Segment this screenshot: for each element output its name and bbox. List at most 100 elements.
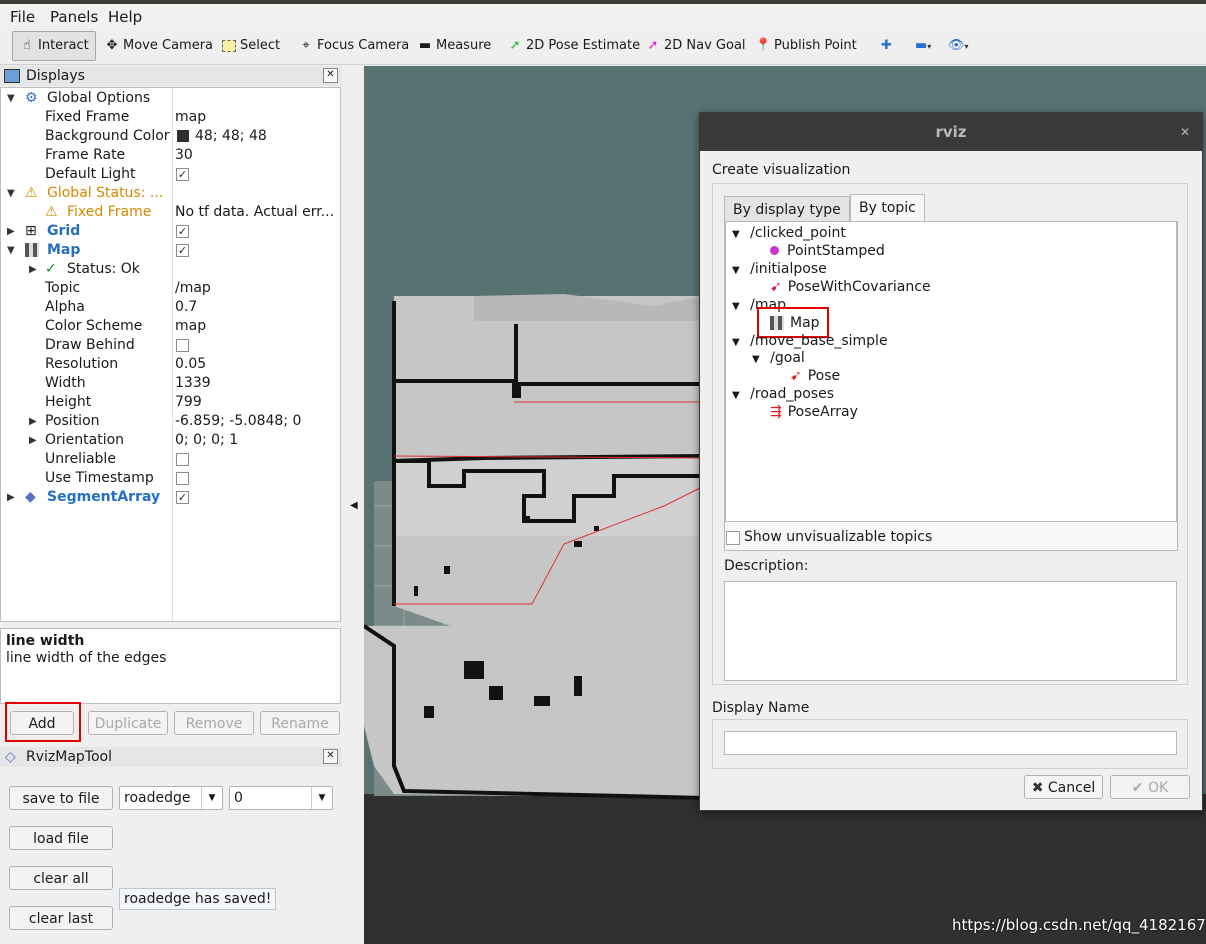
splitter[interactable]: ◀: [344, 66, 364, 944]
close-icon[interactable]: ✕: [323, 749, 338, 764]
tree-row-orientation[interactable]: ▶ Orientation 0; 0; 0; 1: [1, 431, 340, 450]
topic-row-goal[interactable]: ▼ /goal: [752, 349, 805, 367]
add-tool-icon[interactable]: ✚: [881, 35, 892, 57]
type-combo-value: roadedge: [124, 790, 191, 806]
display-name-input[interactable]: [724, 731, 1177, 755]
show-unvisualizable-checkbox[interactable]: [726, 531, 740, 545]
chevron-right-icon[interactable]: ▶: [29, 412, 37, 431]
view-eye-icon[interactable]: 👁▾: [948, 35, 969, 57]
tree-row-color-scheme[interactable]: Color Scheme map: [1, 317, 340, 336]
menu-panels[interactable]: Panels: [50, 8, 98, 26]
chevron-down-icon[interactable]: ▼: [311, 787, 332, 809]
nav-goal-tool-button[interactable]: ➚ 2D Nav Goal: [645, 35, 746, 57]
tree-row-default-light[interactable]: Default Light ✓: [1, 165, 340, 184]
map-checkbox[interactable]: ✓: [176, 244, 189, 257]
grid-checkbox[interactable]: ✓: [176, 225, 189, 238]
topic-row-pose-array[interactable]: ⇶ PoseArray: [770, 403, 858, 421]
chevron-down-icon[interactable]: ▼: [732, 390, 740, 401]
rename-button[interactable]: Rename: [260, 711, 340, 735]
type-combo[interactable]: roadedge ▼: [119, 786, 223, 810]
duplicate-button[interactable]: Duplicate: [88, 711, 168, 735]
tree-row-background-color[interactable]: Background Color 48; 48; 48: [1, 127, 340, 146]
chevron-down-icon[interactable]: ▼: [732, 337, 740, 348]
tree-row-resolution[interactable]: Resolution 0.05: [1, 355, 340, 374]
remove-button[interactable]: Remove: [174, 711, 254, 735]
topic-value[interactable]: /map: [175, 279, 337, 298]
menu-help[interactable]: Help: [108, 8, 142, 26]
select-tool-button[interactable]: Select: [221, 35, 280, 57]
tree-row-width[interactable]: Width 1339: [1, 374, 340, 393]
tree-row-alpha[interactable]: Alpha 0.7: [1, 298, 340, 317]
fixed-frame-value[interactable]: map: [175, 108, 337, 127]
tree-row-global-status[interactable]: ▼ ⚠ Global Status: ...: [1, 184, 340, 203]
pose-covariance-icon: ➹: [770, 279, 782, 295]
chevron-down-icon[interactable]: ▼: [7, 241, 15, 260]
background-color-value[interactable]: 48; 48; 48: [195, 127, 357, 146]
alpha-value[interactable]: 0.7: [175, 298, 337, 317]
pose-estimate-tool-button[interactable]: ➚ 2D Pose Estimate: [507, 35, 641, 57]
chevron-down-icon[interactable]: ▼: [752, 354, 760, 365]
tree-row-global-options[interactable]: ▼ ⚙ Global Options: [1, 89, 340, 108]
use-timestamp-checkbox[interactable]: [176, 472, 189, 485]
chevron-down-icon[interactable]: ▼: [732, 301, 740, 312]
tree-row-height[interactable]: Height 799: [1, 393, 340, 412]
tree-row-unreliable[interactable]: Unreliable: [1, 450, 340, 469]
chevron-down-icon[interactable]: ▼: [7, 89, 15, 108]
tree-row-position[interactable]: ▶ Position -6.859; -5.0848; 0: [1, 412, 340, 431]
tree-row-fixed-frame[interactable]: Fixed Frame map: [1, 108, 340, 127]
tree-row-map[interactable]: ▼ Map ✓: [1, 241, 340, 260]
topic-row-initialpose[interactable]: ▼ /initialpose: [732, 260, 827, 278]
chevron-right-icon[interactable]: ▶: [7, 488, 15, 507]
clear-all-button[interactable]: clear all: [9, 866, 113, 890]
clear-last-button[interactable]: clear last: [9, 906, 113, 930]
dialog-titlebar[interactable]: rviz ✕: [700, 113, 1202, 151]
publish-point-tool-button[interactable]: 📍 Publish Point: [755, 35, 857, 57]
frame-rate-value[interactable]: 30: [175, 146, 337, 165]
menu-file[interactable]: File: [10, 8, 35, 26]
default-light-checkbox[interactable]: ✓: [176, 168, 189, 181]
close-icon[interactable]: ✕: [323, 68, 338, 83]
chevron-right-icon[interactable]: ▶: [7, 222, 15, 241]
collapse-arrow-icon[interactable]: ◀: [350, 500, 358, 511]
save-to-file-button[interactable]: save to file: [9, 786, 113, 810]
tab-by-display-type[interactable]: By display type: [724, 196, 850, 222]
cancel-button[interactable]: ✖ Cancel: [1024, 775, 1103, 799]
chevron-down-icon[interactable]: ▼: [732, 265, 740, 276]
tree-row-draw-behind[interactable]: Draw Behind: [1, 336, 340, 355]
topic-row-road-poses[interactable]: ▼ /road_poses: [732, 385, 834, 403]
interact-tool-button[interactable]: ☝ Interact: [12, 31, 96, 61]
resolution-key: Resolution: [45, 356, 119, 372]
focus-camera-tool-button[interactable]: ⌖ Focus Camera: [298, 35, 409, 57]
topic-row-move-base[interactable]: ▼ /move_base_simple: [732, 332, 888, 350]
topic-row-clicked-point[interactable]: ▼ /clicked_point: [732, 224, 846, 242]
segment-array-checkbox[interactable]: ✓: [176, 491, 189, 504]
tab-by-topic[interactable]: By topic: [850, 194, 925, 222]
topic-row-pose-covariance[interactable]: ➹ PoseWithCovariance: [770, 278, 931, 296]
chevron-down-icon[interactable]: ▼: [732, 229, 740, 240]
close-icon[interactable]: ✕: [1180, 113, 1190, 151]
ok-button[interactable]: ✔ OK: [1110, 775, 1190, 799]
draw-behind-checkbox[interactable]: [176, 339, 189, 352]
tree-row-status-fixed-frame[interactable]: ⚠ Fixed Frame No tf data. Actual err...: [1, 203, 340, 222]
topic-row-point-stamped[interactable]: PointStamped: [770, 242, 885, 260]
unreliable-checkbox[interactable]: [176, 453, 189, 466]
tree-row-frame-rate[interactable]: Frame Rate 30: [1, 146, 340, 165]
topic-tree[interactable]: ▼ /clicked_point PointStamped ▼ /initial…: [725, 221, 1177, 522]
color-swatch[interactable]: [177, 130, 189, 142]
measure-tool-button[interactable]: ▬ Measure: [417, 35, 491, 57]
topic-row-pose[interactable]: ➹ Pose: [790, 367, 840, 385]
tree-row-topic[interactable]: Topic /map: [1, 279, 340, 298]
chevron-right-icon[interactable]: ▶: [29, 431, 37, 450]
tree-row-use-timestamp[interactable]: Use Timestamp: [1, 469, 340, 488]
remove-tool-icon[interactable]: ▬▾: [915, 35, 931, 57]
chevron-down-icon[interactable]: ▼: [201, 787, 222, 809]
load-file-button[interactable]: load file: [9, 826, 113, 850]
chevron-right-icon[interactable]: ▶: [29, 260, 37, 279]
tree-row-status-ok[interactable]: ▶ ✓ Status: Ok: [1, 260, 340, 279]
index-combo[interactable]: 0 ▼: [229, 786, 333, 810]
move-camera-tool-button[interactable]: ✥ Move Camera: [104, 35, 213, 57]
tree-row-grid[interactable]: ▶ ⊞ Grid ✓: [1, 222, 340, 241]
color-scheme-value[interactable]: map: [175, 317, 337, 336]
tree-row-segment-array[interactable]: ▶ ◆ SegmentArray ✓: [1, 488, 340, 507]
chevron-down-icon[interactable]: ▼: [7, 184, 15, 203]
